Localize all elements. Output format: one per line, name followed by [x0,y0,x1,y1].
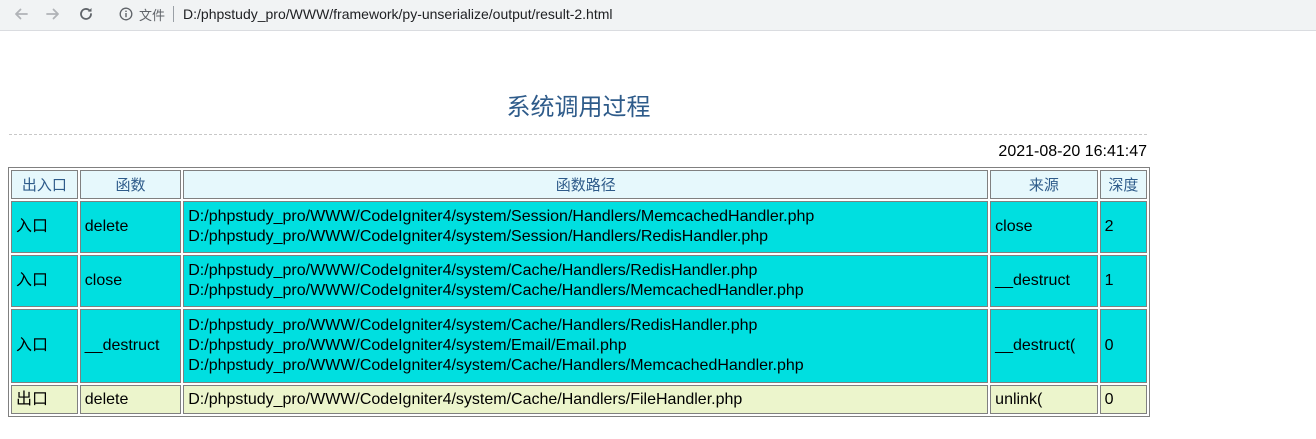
cell-path: D:/phpstudy_pro/WWW/CodeIgniter4/system/… [183,201,989,253]
header-path: 函数路径 [183,170,989,199]
cell-source: __destruct [990,255,1098,307]
header-direction: 出入口 [11,170,78,199]
cell-source: close [990,201,1098,253]
cell-depth: 2 [1099,201,1147,253]
table-header-row: 出入口 函数 函数路径 来源 深度 [11,170,1147,199]
url-text[interactable]: D:/phpstudy_pro/WWW/framework/py-unseria… [183,6,612,22]
path-line: D:/phpstudy_pro/WWW/CodeIgniter4/system/… [188,337,627,354]
header-function: 函数 [79,170,182,199]
table-row: 出口 delete D:/phpstudy_pro/WWW/CodeIgniter4… [11,385,1147,414]
file-scheme-label: 文件 [139,8,166,24]
omnibox-separator [173,6,175,22]
cell-depth: 1 [1099,255,1147,307]
path-line: D:/phpstudy_pro/WWW/CodeIgniter4/system/… [188,357,804,374]
path-line: D:/phpstudy_pro/WWW/CodeIgniter4/system/… [188,282,804,299]
header-source: 来源 [990,170,1098,199]
report-timestamp: 2021-08-20 16:41:47 [998,143,1147,160]
arrow-right-icon [46,8,59,20]
cell-direction: 入口 [11,309,78,383]
table-row: 入口 delete D:/phpstudy_pro/WWW/CodeIgniter4… [11,201,1147,253]
path-line: D:/phpstudy_pro/WWW/CodeIgniter4/system/… [188,262,758,279]
call-trace-table: 出入口 函数 函数路径 来源 深度 入口 delete D:/phpstudy_pr… [8,167,1150,417]
cell-function: delete [79,201,182,253]
cell-depth: 0 [1099,385,1147,414]
browser-toolbar: 文件 D:/phpstudy_pro/WWW/framework/py-unse… [0,0,1316,31]
reload-icon [80,8,92,20]
cell-path: D:/phpstudy_pro/WWW/CodeIgniter4/system/… [183,255,989,307]
path-line: D:/phpstudy_pro/WWW/CodeIgniter4/system/… [188,317,758,334]
path-line: D:/phpstudy_pro/WWW/CodeIgniter4/system/… [188,208,815,225]
forward-button[interactable] [42,3,64,25]
header-depth: 深度 [1099,170,1147,199]
cell-depth: 0 [1099,309,1147,383]
path-line: D:/phpstudy_pro/WWW/CodeIgniter4/system/… [188,390,743,408]
info-icon[interactable] [119,7,133,21]
path-line: D:/phpstudy_pro/WWW/CodeIgniter4/system/… [188,228,769,245]
reload-button[interactable] [75,3,97,25]
back-button[interactable] [10,3,32,25]
cell-function: __destruct [79,309,182,383]
address-bar[interactable]: 文件 D:/phpstudy_pro/WWW/framework/py-unse… [110,2,1300,26]
cell-function: close [79,255,182,307]
cell-source: __destruct( [990,309,1098,383]
arrow-left-icon [15,8,28,20]
cell-path: D:/phpstudy_pro/WWW/CodeIgniter4/system/… [183,309,989,383]
table-row: 入口 __destruct D:/phpstudy_pro/WWW/CodeIgni… [11,309,1147,383]
table-row: 入口 close D:/phpstudy_pro/WWW/CodeIgniter4/… [11,255,1147,307]
cell-source: unlink( [990,385,1098,414]
page-title: 系统调用过程 [506,93,651,121]
title-divider [9,134,1147,135]
cell-function: delete [79,385,182,414]
cell-direction: 入口 [11,255,78,307]
cell-direction: 出口 [11,385,78,414]
table-body: 入口 delete D:/phpstudy_pro/WWW/CodeIgniter4… [11,201,1147,414]
cell-path: D:/phpstudy_pro/WWW/CodeIgniter4/system/… [183,385,989,414]
cell-direction: 入口 [11,201,78,253]
